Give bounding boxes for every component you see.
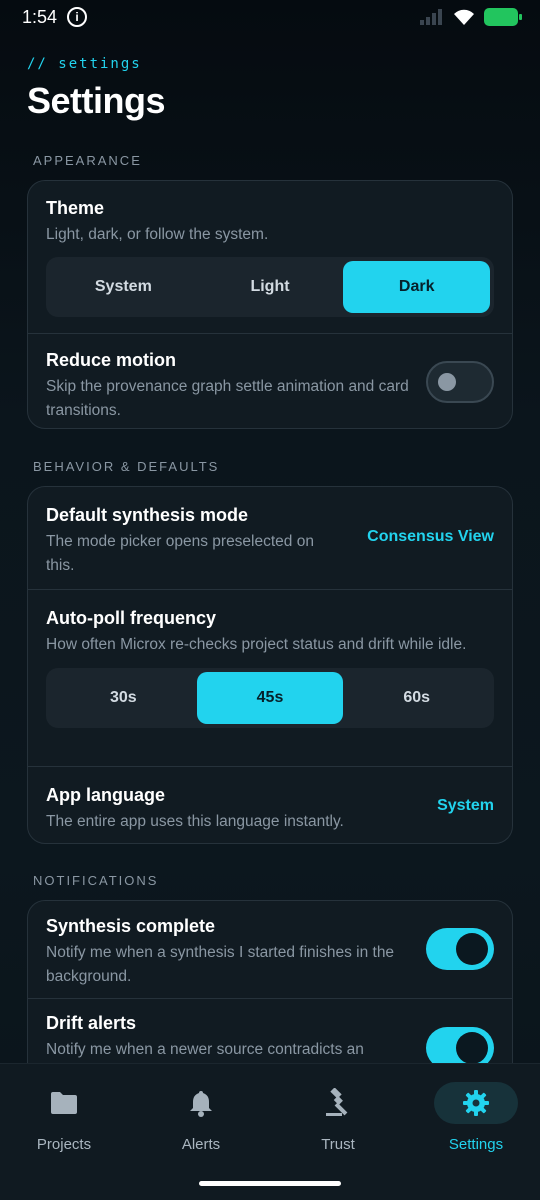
reduce-motion-subtitle: Skip the provenance graph settle animati…: [46, 378, 409, 419]
synthesis-mode-row[interactable]: Default synthesis mode The mode picker o…: [28, 487, 512, 589]
reduce-motion-toggle[interactable]: [426, 361, 494, 403]
gear-icon: [463, 1090, 489, 1116]
page-kicker: // settings: [27, 56, 142, 72]
nav-label-settings: Settings: [448, 1136, 504, 1153]
synthesis-complete-toggle[interactable]: [426, 928, 494, 970]
section-label-behavior: BEHAVIOR & DEFAULTS: [33, 459, 220, 474]
battery-icon: [484, 8, 522, 26]
bell-icon: [190, 1091, 212, 1117]
synthesis-mode-subtitle: The mode picker opens preselected on thi…: [46, 533, 314, 574]
gavel-icon: [326, 1088, 348, 1116]
auto-poll-title: Auto-poll frequency: [46, 608, 216, 628]
folder-icon: [51, 1092, 77, 1114]
nav-item-projects[interactable]: Projects: [14, 1082, 114, 1153]
nav-label-projects: Projects: [36, 1136, 92, 1153]
reduce-motion-title: Reduce motion: [46, 350, 177, 370]
wifi-icon: [454, 9, 474, 25]
page-header: // settings Settings: [27, 56, 166, 122]
section-label-appearance: APPEARANCE: [33, 153, 142, 168]
nav-item-trust[interactable]: Trust: [288, 1082, 388, 1153]
theme-option-system[interactable]: System: [50, 261, 197, 313]
section-label-notifications: NOTIFICATIONS: [33, 873, 159, 888]
auto-poll-row: Auto-poll frequency How often Microx re-…: [28, 589, 512, 766]
status-bar: 1:54 i: [0, 0, 540, 34]
theme-option-dark[interactable]: Dark: [343, 261, 491, 313]
drift-alerts-subtitle: Notify me when a newer source contradict…: [46, 1041, 364, 1058]
auto-poll-segmented-control: 30s 45s 60s: [46, 668, 494, 728]
poll-option-30s[interactable]: 30s: [50, 672, 197, 724]
info-icon: i: [67, 7, 88, 27]
app-language-row[interactable]: App language The entire app uses this la…: [28, 766, 512, 843]
toggle-knob: [438, 373, 456, 391]
app-language-subtitle: The entire app uses this language instan…: [46, 813, 344, 830]
theme-title: Theme: [46, 198, 105, 218]
app-language-value[interactable]: System: [437, 797, 494, 815]
poll-option-60s[interactable]: 60s: [343, 672, 490, 724]
synthesis-mode-value[interactable]: Consensus View: [367, 528, 494, 546]
nav-label-alerts: Alerts: [181, 1136, 221, 1153]
poll-option-45s[interactable]: 45s: [196, 672, 344, 724]
behavior-card: Default synthesis mode The mode picker o…: [27, 486, 513, 844]
synthesis-mode-title: Default synthesis mode: [46, 505, 249, 525]
reduce-motion-row: Reduce motion Skip the provenance graph …: [28, 333, 512, 428]
home-indicator[interactable]: [199, 1181, 341, 1186]
bottom-nav: Projects Alerts Trust Settings: [0, 1063, 540, 1200]
toggle-knob: [456, 933, 488, 965]
auto-poll-subtitle: How often Microx re-checks project statu…: [46, 636, 467, 653]
nav-item-alerts[interactable]: Alerts: [151, 1082, 251, 1153]
page-title: Settings: [27, 80, 166, 121]
app-language-title: App language: [46, 785, 166, 805]
signal-icon: [420, 9, 442, 25]
synthesis-complete-row: Synthesis complete Notify me when a synt…: [28, 901, 512, 998]
nav-label-trust: Trust: [321, 1136, 355, 1153]
nav-item-settings[interactable]: Settings: [426, 1082, 526, 1153]
theme-row: Theme Light, dark, or follow the system.…: [28, 181, 512, 333]
theme-segmented-control: System Light Dark: [46, 257, 494, 317]
theme-subtitle: Light, dark, or follow the system.: [46, 226, 269, 243]
drift-alerts-title: Drift alerts: [46, 1013, 137, 1033]
toggle-knob: [456, 1032, 488, 1064]
theme-option-light[interactable]: Light: [197, 261, 344, 313]
synthesis-complete-title: Synthesis complete: [46, 916, 216, 936]
appearance-card: Theme Light, dark, or follow the system.…: [27, 180, 513, 429]
synthesis-complete-subtitle: Notify me when a synthesis I started fin…: [46, 944, 395, 985]
status-time: 1:54: [22, 6, 58, 27]
